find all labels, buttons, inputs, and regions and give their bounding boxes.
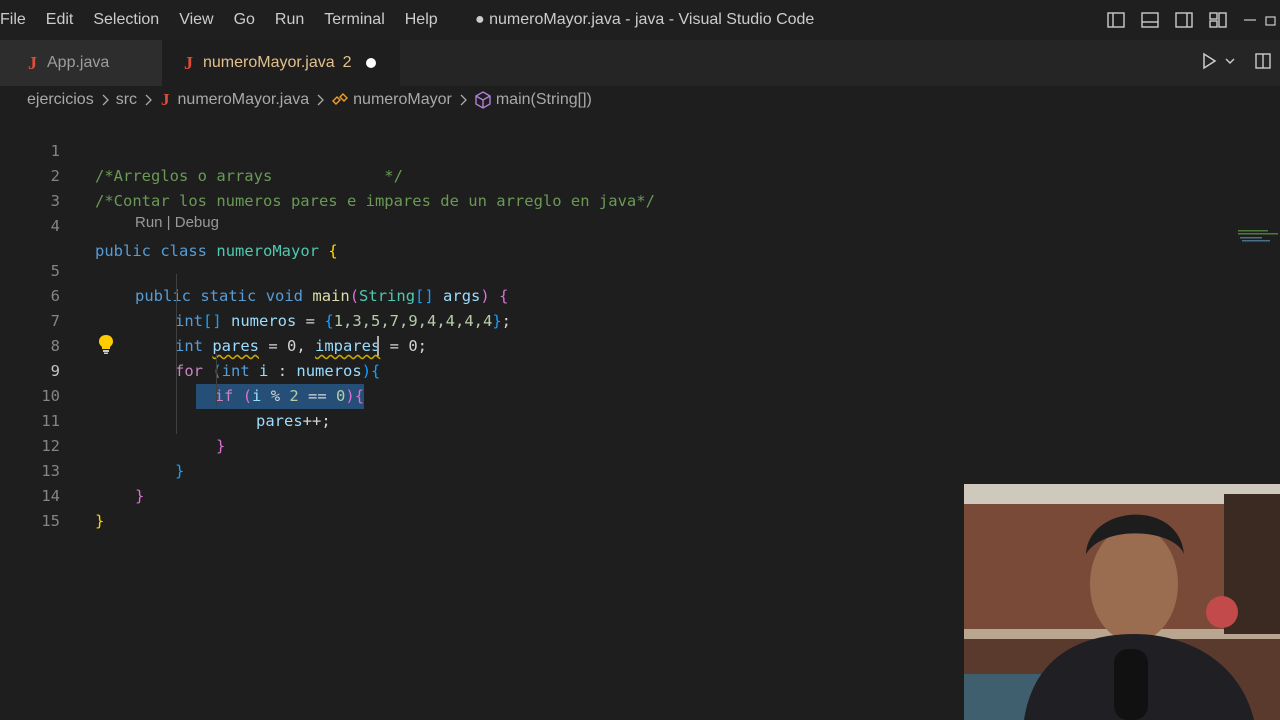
menu-view[interactable]: View (169, 0, 223, 40)
run-icon[interactable] (1200, 52, 1218, 70)
breadcrumb-folder-src[interactable]: src (116, 91, 137, 109)
toggle-secondary-sidebar-icon[interactable] (1174, 10, 1194, 30)
menu-help[interactable]: Help (395, 0, 448, 40)
line-number: 15 (41, 512, 60, 530)
maximize-icon[interactable] (1264, 12, 1276, 28)
code-line-current[interactable]: 9 if (i % 2 == 0){ (0, 334, 1240, 409)
code-line[interactable]: 2 /*Contar los numeros pares e impares d… (0, 139, 1240, 210)
tab-label: App.java (47, 54, 110, 71)
chevron-right-icon (317, 94, 325, 106)
menu-bar: File Edit Selection View Go Run Terminal… (0, 0, 448, 40)
code-line[interactable]: 13 } (0, 434, 1240, 505)
menu-go[interactable]: Go (224, 0, 265, 40)
menu-run[interactable]: Run (265, 0, 314, 40)
code-line[interactable]: 5 public static void main(String[] args)… (0, 234, 1240, 305)
title-bar: File Edit Selection View Go Run Terminal… (0, 0, 1280, 40)
webcam-video (964, 484, 1280, 720)
tab-label: numeroMayor.java (203, 54, 335, 71)
java-file-icon: J (184, 52, 193, 73)
code-line[interactable]: 8 for (int i : numeros){ (0, 309, 1240, 380)
window-title: ● numeroMayor.java - java - Visual Studi… (475, 11, 815, 28)
breadcrumb: ejercicios src J numeroMayor.java numero… (27, 88, 592, 112)
toggle-panel-icon[interactable] (1140, 10, 1160, 30)
menu-file[interactable]: File (0, 0, 36, 40)
toggle-primary-sidebar-icon[interactable] (1106, 10, 1126, 30)
customize-layout-icon[interactable] (1208, 10, 1228, 30)
code-line[interactable]: 1 /*Arreglos o arrays */ (0, 114, 1240, 185)
java-file-icon: J (161, 90, 170, 109)
chevron-right-icon (102, 94, 109, 106)
code-line[interactable]: 7 int pares = 0, impares = 0; (0, 284, 1240, 355)
minimize-icon[interactable] (1242, 12, 1258, 28)
breadcrumb-class[interactable]: numeroMayor (353, 91, 452, 109)
code-line[interactable]: 3 (0, 164, 1240, 210)
indent-guide (176, 274, 177, 434)
method-cube-icon (475, 91, 491, 109)
code-line[interactable]: 11 } (0, 384, 1240, 455)
unsaved-dot-icon[interactable] (365, 58, 376, 68)
split-editor-icon[interactable] (1254, 52, 1272, 70)
chevron-down-icon[interactable] (1224, 55, 1236, 67)
code-line[interactable]: 12 } (0, 409, 1240, 480)
minimap[interactable] (1238, 228, 1278, 248)
menu-selection[interactable]: Selection (83, 0, 169, 40)
brace: } (95, 512, 105, 530)
chevron-right-icon (145, 94, 152, 106)
code-line[interactable]: 4 public class numeroMayor { (0, 189, 1240, 260)
breadcrumb-method[interactable]: main(String[]) (496, 91, 592, 109)
codelens[interactable]: Run | Debug (135, 213, 219, 233)
problem-count-badge: 2 (342, 54, 352, 71)
code-line[interactable]: 6 int[] numeros = {1,3,5,7,9,4,4,4,4}; (0, 259, 1240, 330)
chevron-right-icon (460, 94, 467, 106)
java-file-icon: J (28, 52, 37, 73)
menu-edit[interactable]: Edit (36, 0, 84, 40)
menu-terminal[interactable]: Terminal (314, 0, 394, 40)
text-cursor (377, 336, 379, 356)
tab-app-java[interactable]: J App.java (0, 40, 162, 86)
tab-numeromayor-java[interactable]: J numeroMayor.java 2 (162, 40, 400, 86)
code-line[interactable]: 10 pares++; (0, 359, 1240, 430)
code-line[interactable]: 14 } (0, 459, 1240, 530)
tab-bar: J App.java J numeroMayor.java 2 (0, 40, 1280, 86)
breadcrumb-folder-ejercicios[interactable]: ejercicios (27, 91, 94, 109)
breadcrumb-file[interactable]: numeroMayor.java (178, 91, 310, 109)
indent-guide (216, 354, 217, 406)
class-icon (332, 93, 349, 105)
